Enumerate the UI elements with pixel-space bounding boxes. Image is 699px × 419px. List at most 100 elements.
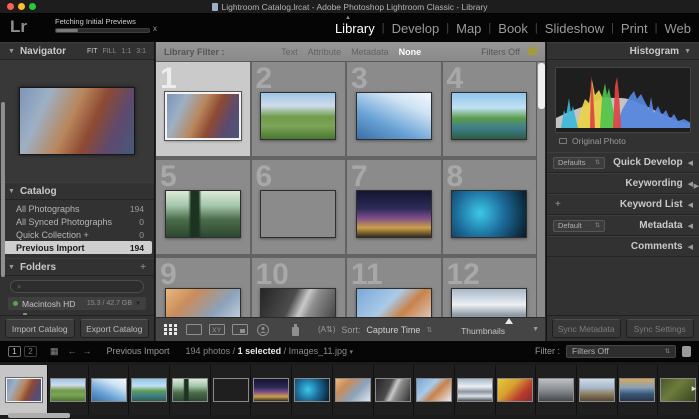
- folders-header[interactable]: ▼ Folders +: [0, 258, 154, 276]
- grid-view-button[interactable]: [162, 323, 179, 336]
- filmstrip-cell[interactable]: [496, 365, 537, 415]
- grid-photo-cell[interactable]: 1: [156, 62, 250, 156]
- filmstrip-filter-dropdown[interactable]: Filters Off⇅: [566, 345, 676, 358]
- filter-option[interactable]: Metadata: [351, 47, 389, 57]
- module-tab[interactable]: Library: [335, 21, 375, 36]
- people-view-button[interactable]: [254, 323, 271, 336]
- export-catalog-button[interactable]: Export Catalog: [80, 319, 150, 338]
- catalog-item[interactable]: Quick Collection + 0: [0, 228, 154, 241]
- module-tab[interactable]: Web: [665, 21, 692, 36]
- filmstrip-thumbnail[interactable]: [50, 378, 86, 402]
- sync-settings-button[interactable]: Sync Settings: [626, 319, 695, 338]
- photo-thumbnail[interactable]: [451, 190, 527, 238]
- forward-arrow-icon[interactable]: →: [83, 346, 92, 356]
- loupe-view-button[interactable]: [185, 323, 202, 336]
- catalog-item[interactable]: All Synced Photographs 0: [0, 215, 154, 228]
- filter-lock-icon[interactable]: [528, 48, 537, 55]
- volume-browser[interactable]: Macintosh HD 15.3 / 42.7 GB ▼: [8, 297, 146, 310]
- add-folder-button[interactable]: +: [140, 262, 146, 273]
- filmstrip-cell[interactable]: [577, 365, 618, 415]
- grid-photo-cell[interactable]: 7: [347, 160, 441, 254]
- photo-thumbnail[interactable]: [260, 92, 336, 140]
- filmstrip-thumbnail[interactable]: [6, 378, 42, 402]
- navigator-zoom-option[interactable]: 3:1: [136, 48, 146, 55]
- photo-thumbnail[interactable]: [356, 190, 432, 238]
- navigator-header[interactable]: ▼ Navigator FITFILL1:13:1: [0, 42, 154, 60]
- grid-photo-cell[interactable]: 2: [252, 62, 346, 156]
- right-panel-section-header[interactable]: ⇅ + Keyword List ◀: [547, 194, 699, 215]
- filmstrip-cell[interactable]: [292, 365, 333, 415]
- filter-switch-icon[interactable]: [682, 346, 691, 357]
- filmstrip-cell[interactable]: [333, 365, 374, 415]
- navigator-zoom-option[interactable]: 1:1: [122, 48, 132, 55]
- compare-view-button[interactable]: XY: [208, 323, 225, 336]
- filmstrip-next-arrow[interactable]: ►: [690, 384, 698, 393]
- module-tab[interactable]: Print: [621, 21, 648, 36]
- sort-direction-icon[interactable]: (A⇅): [318, 325, 335, 334]
- cancel-progress-button[interactable]: x: [153, 24, 157, 33]
- photo-thumbnail[interactable]: [260, 288, 336, 317]
- photo-thumbnail[interactable]: [451, 92, 527, 140]
- filter-option[interactable]: Attribute: [308, 47, 342, 57]
- filter-option[interactable]: Text: [281, 47, 298, 57]
- selection-info[interactable]: 194 photos / 1 selected / Images_11.jpg …: [186, 346, 354, 356]
- right-panel-section-header[interactable]: Default⇅ Metadata ◀: [547, 215, 699, 236]
- catalog-item[interactable]: All Photographs 194: [0, 202, 154, 215]
- filmstrip-cell[interactable]: [455, 365, 496, 415]
- back-arrow-icon[interactable]: ←: [68, 346, 77, 356]
- filmstrip-cell[interactable]: [129, 365, 170, 415]
- filmstrip-thumbnail[interactable]: [375, 378, 411, 402]
- module-tab[interactable]: Develop: [392, 21, 440, 36]
- filmstrip-cell[interactable]: [618, 365, 659, 415]
- photo-thumbnail[interactable]: [165, 190, 241, 238]
- filmstrip-thumbnail[interactable]: [335, 378, 371, 402]
- filmstrip-thumbnail[interactable]: [131, 378, 167, 402]
- source-breadcrumb[interactable]: Previous Import: [107, 346, 170, 356]
- grid-scrollbar-thumb[interactable]: [538, 63, 545, 109]
- toolbar-options-dropdown-icon[interactable]: ▼: [532, 326, 539, 333]
- filmstrip-cell[interactable]: [89, 365, 130, 415]
- folder-search-input[interactable]: ⌕: [10, 280, 144, 293]
- import-catalog-button[interactable]: Import Catalog: [5, 319, 75, 338]
- filmstrip-cell[interactable]: [170, 365, 211, 415]
- expand-left-triangle-icon[interactable]: ◀: [688, 159, 693, 167]
- grid-photo-cell[interactable]: 11: [347, 258, 441, 317]
- catalog-item[interactable]: Previous Import 194: [2, 241, 152, 254]
- right-panel-collapse-arrow[interactable]: ▶: [694, 182, 699, 190]
- grid-photo-cell[interactable]: 9: [156, 258, 250, 317]
- sort-criteria-dropdown[interactable]: Capture Time: [366, 325, 420, 335]
- section-preset-dropdown[interactable]: Default⇅: [553, 220, 605, 232]
- filmstrip-thumbnail[interactable]: [253, 378, 289, 402]
- left-panel-scrollbar[interactable]: [1, 102, 5, 277]
- expand-left-triangle-icon[interactable]: ◀: [688, 222, 693, 230]
- filmstrip-cell[interactable]: [0, 365, 48, 415]
- right-panel-section-header[interactable]: Defaults⇅ Quick Develop ◀: [547, 152, 699, 173]
- histogram-chart[interactable]: [555, 67, 691, 133]
- filmstrip-thumbnail[interactable]: [457, 378, 493, 402]
- source-dropdown-icon[interactable]: ▾: [350, 349, 354, 356]
- filmstrip-cell[interactable]: [374, 365, 415, 415]
- filmstrip-cell[interactable]: [414, 365, 455, 415]
- module-tab[interactable]: Book: [498, 21, 528, 36]
- expand-left-triangle-icon[interactable]: ◀: [688, 243, 693, 251]
- grid-photo-cell[interactable]: 4: [443, 62, 537, 156]
- photo-thumbnail[interactable]: [260, 190, 336, 238]
- collapse-triangle-icon[interactable]: ▼: [8, 188, 15, 195]
- painter-tool-icon[interactable]: [287, 323, 304, 336]
- sync-metadata-button[interactable]: Sync Metadata: [552, 319, 621, 338]
- filmstrip-thumbnail[interactable]: [538, 378, 574, 402]
- filmstrip-thumbnail[interactable]: [172, 378, 208, 402]
- second-window-button[interactable]: 2: [24, 346, 37, 357]
- navigator-preview-image[interactable]: [19, 87, 135, 155]
- collapse-triangle-icon[interactable]: ▼: [684, 48, 691, 55]
- navigator-zoom-option[interactable]: FIT: [87, 48, 98, 55]
- filmstrip-thumbnail[interactable]: [294, 378, 330, 402]
- navigator-zoom-option[interactable]: FILL: [103, 48, 117, 55]
- grid-view-shortcut-icon[interactable]: ▦: [50, 346, 59, 357]
- filmstrip-scrollbar[interactable]: [8, 413, 70, 418]
- catalog-header[interactable]: ▼ Catalog: [0, 182, 154, 200]
- filmstrip-cell[interactable]: [536, 365, 577, 415]
- photo-thumbnail[interactable]: [451, 288, 527, 317]
- filmstrip-cell[interactable]: [211, 365, 252, 415]
- main-window-button[interactable]: 1: [8, 346, 21, 357]
